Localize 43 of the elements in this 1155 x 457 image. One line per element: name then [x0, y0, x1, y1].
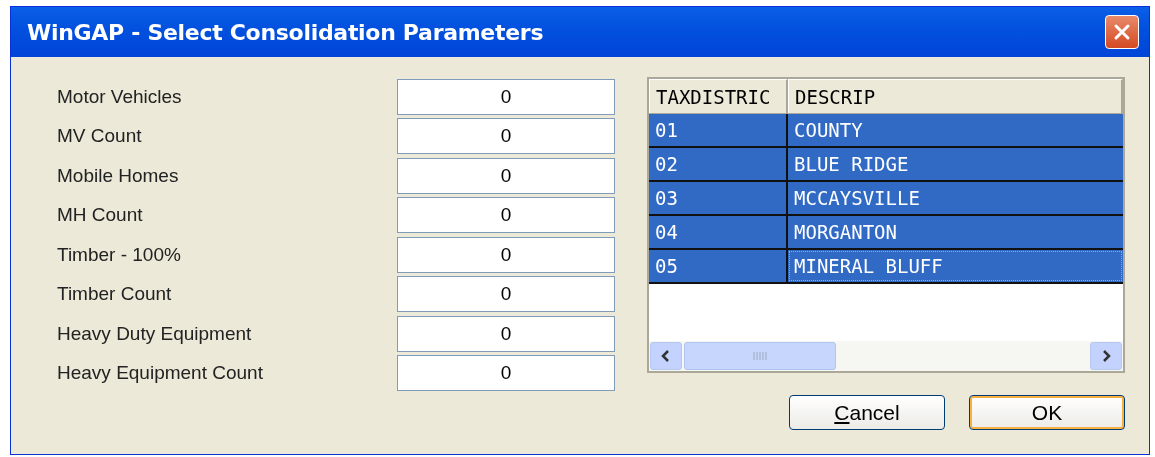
grid-cell: 03	[649, 182, 788, 214]
grid-cell: 02	[649, 148, 788, 180]
window-title: WinGAP - Select Consolidation Parameters	[27, 19, 544, 45]
input-field[interactable]: 0	[397, 315, 615, 352]
grid-cell-text: MCCAYSVILLE	[793, 186, 921, 211]
grid-cell: 05	[649, 250, 788, 282]
input-field[interactable]: 0	[397, 78, 615, 115]
input-field[interactable]: 0	[397, 157, 615, 194]
scroll-right-button[interactable]	[1090, 342, 1122, 370]
horizontal-scrollbar[interactable]	[649, 341, 1123, 371]
ok-button[interactable]: OK	[969, 395, 1125, 430]
field-label: Heavy Equipment Count	[57, 362, 264, 385]
field-label: MV Count	[57, 125, 143, 148]
field-label: Heavy Duty Equipment	[57, 322, 253, 345]
grid-cell: 04	[649, 216, 788, 248]
close-button[interactable]	[1105, 15, 1139, 49]
field-label: Timber Count	[57, 283, 173, 306]
grip-icon	[753, 352, 767, 360]
grid-cell-text: MORGANTON	[793, 220, 898, 245]
chevron-left-icon	[661, 350, 671, 362]
grid-cell-text: BLUE RIDGE	[793, 152, 910, 177]
grid-row[interactable]: 04 MORGANTON	[649, 216, 1123, 250]
input-field[interactable]: 0	[397, 118, 615, 155]
close-icon	[1112, 22, 1132, 42]
input-field[interactable]: 0	[397, 276, 615, 313]
grid-cell-text: COUNTY	[793, 118, 864, 143]
input-field[interactable]: 0	[397, 236, 615, 273]
chevron-right-icon	[1101, 350, 1111, 362]
input-field[interactable]: 0	[397, 197, 615, 234]
grid-row[interactable]: 01 COUNTY	[649, 114, 1123, 148]
grid-row[interactable]: 05 MINERAL BLUFF	[649, 250, 1123, 284]
scroll-thumb[interactable]	[684, 342, 836, 370]
grid-cell: MINERAL BLUFF	[788, 250, 1123, 282]
field-label: MH Count	[57, 204, 144, 227]
field-label: Timber - 100%	[57, 243, 182, 266]
cancel-button[interactable]: Cancel	[789, 395, 945, 430]
field-label: Motor Vehicles	[57, 85, 183, 108]
grid-row[interactable]: 02 BLUE RIDGE	[649, 148, 1123, 182]
field-label: Mobile Homes	[57, 164, 180, 187]
input-field[interactable]: 0	[397, 355, 615, 392]
grid-cell: 01	[649, 114, 788, 146]
scroll-left-button[interactable]	[650, 342, 682, 370]
grid-row[interactable]: 03 MCCAYSVILLE	[649, 182, 1123, 216]
